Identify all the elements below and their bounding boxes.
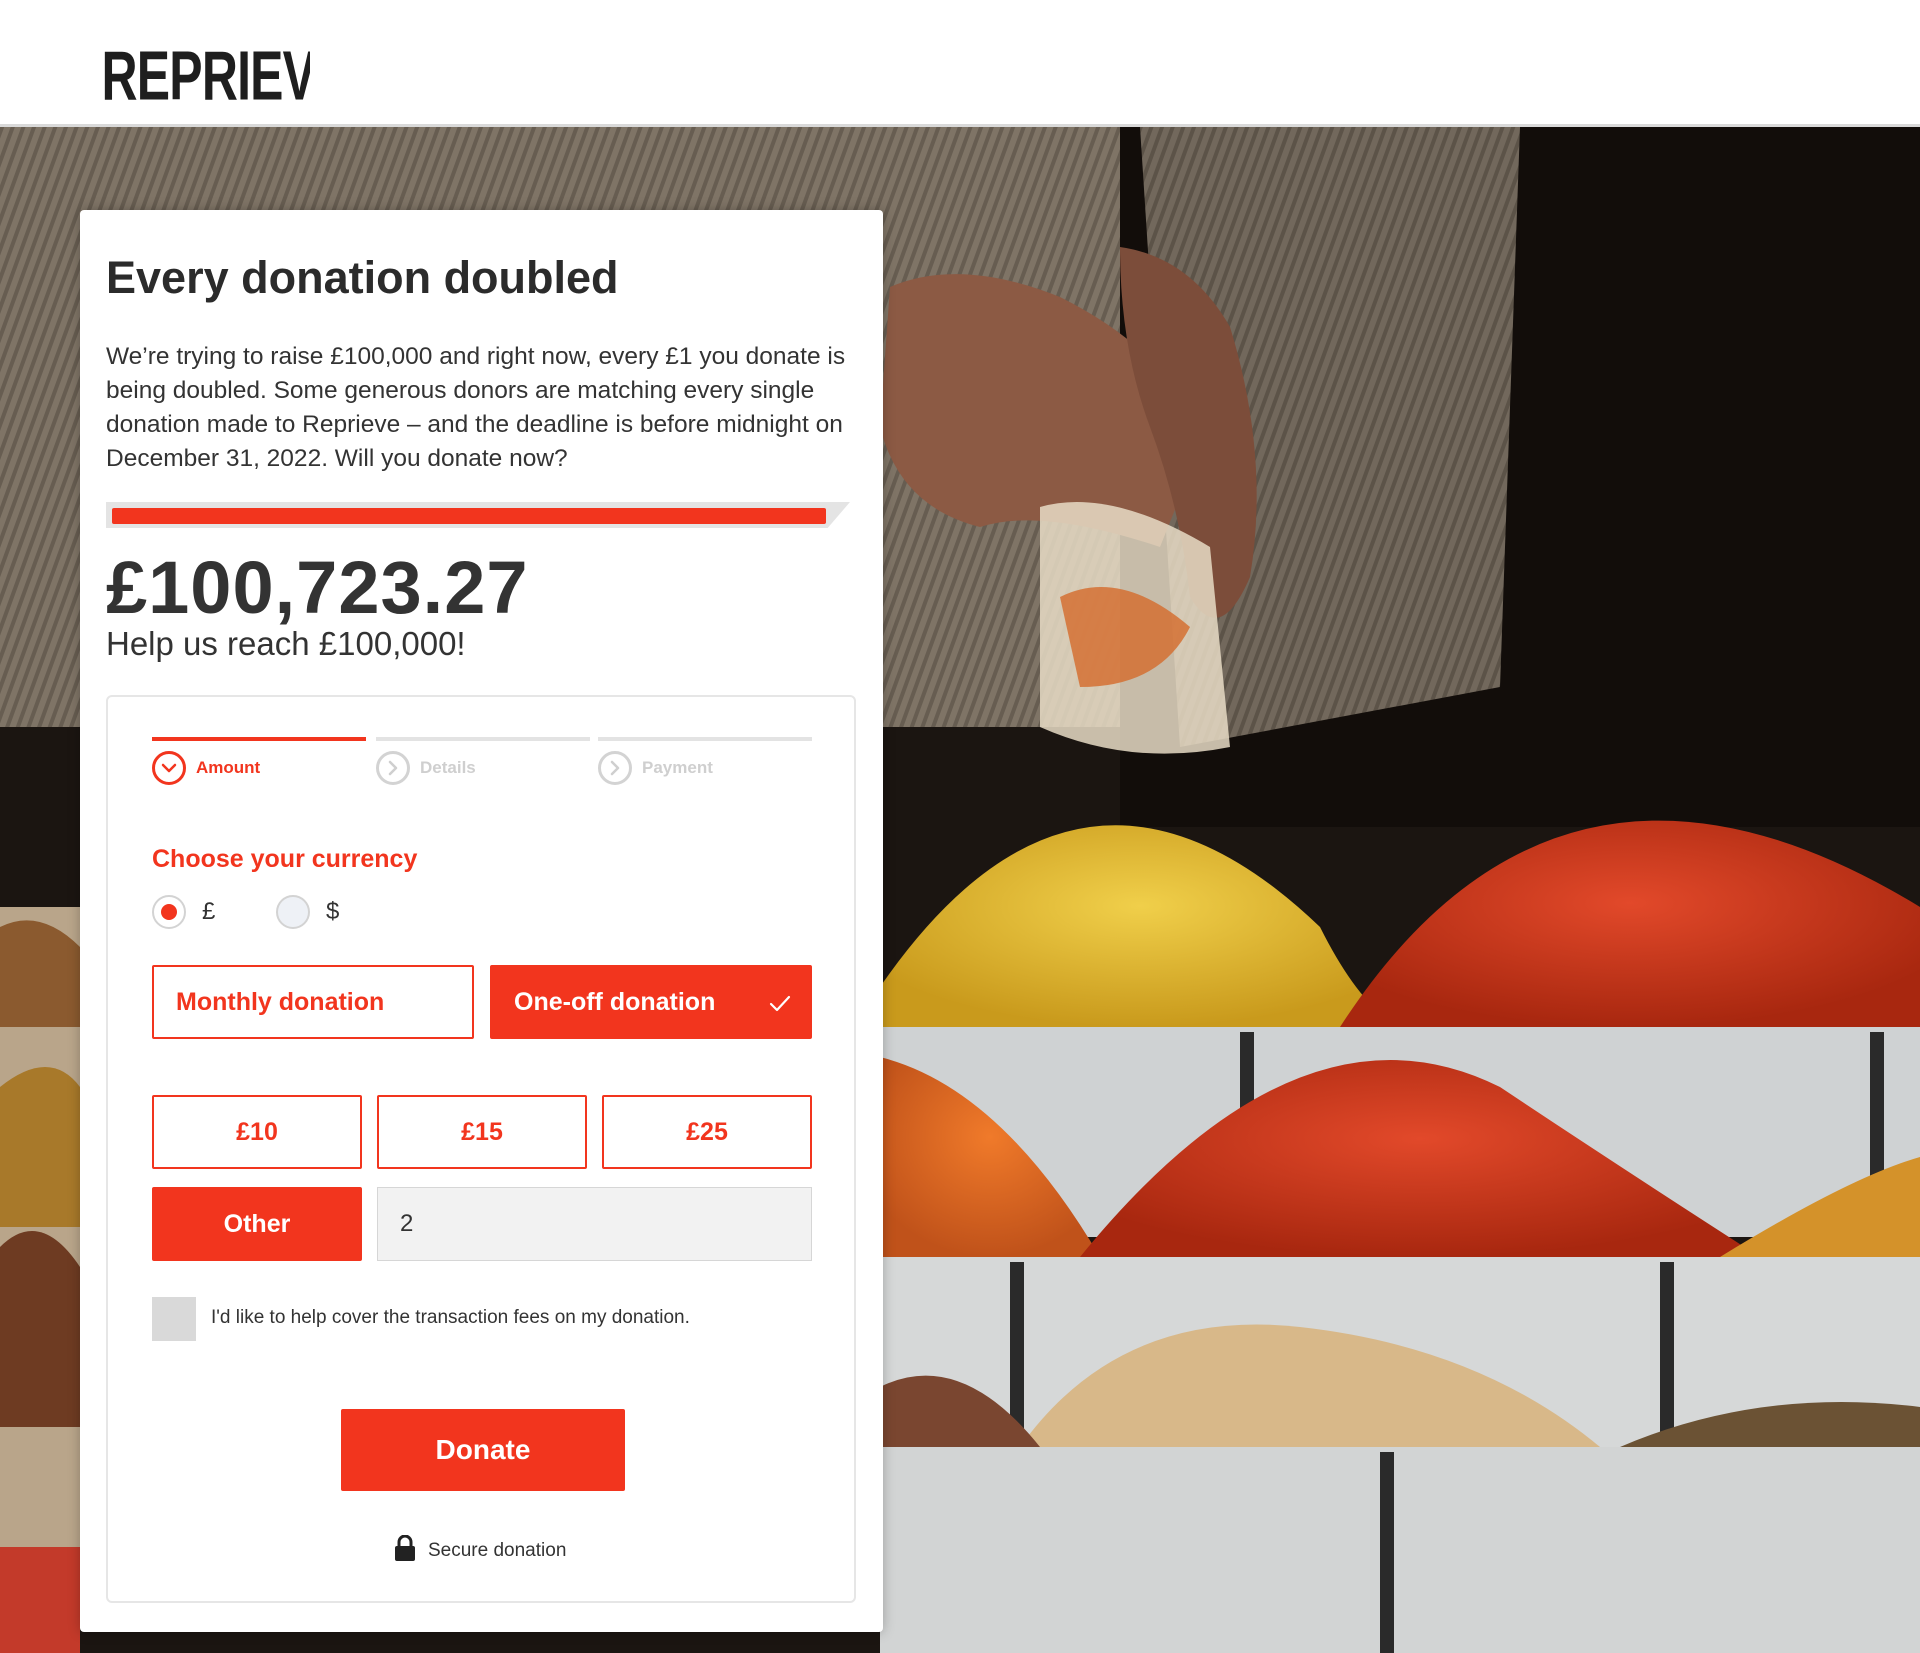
one-off-donation-button[interactable]: One-off donation <box>490 965 812 1039</box>
radio-selected-dot <box>161 904 177 920</box>
campaign-title: Every donation doubled <box>106 252 619 303</box>
check-icon <box>768 991 792 1022</box>
amount-raised: £100,723.27 <box>106 546 529 629</box>
amount-label: £15 <box>461 1117 503 1146</box>
chevron-down-icon <box>152 751 186 785</box>
currency-option-usd[interactable]: $ <box>276 895 339 929</box>
monthly-donation-label: Monthly donation <box>176 987 385 1016</box>
cover-fees-checkbox[interactable] <box>152 1297 196 1341</box>
reprieve-logo[interactable]: REPRIEVE <box>100 24 349 115</box>
step-label: Amount <box>196 758 261 777</box>
amount-button-25[interactable]: £25 <box>602 1095 812 1169</box>
campaign-intro: We’re trying to raise £100,000 and right… <box>106 343 846 472</box>
amount-label: £25 <box>686 1117 728 1146</box>
donate-button[interactable]: Donate <box>341 1409 625 1491</box>
progress-bar <box>106 502 850 528</box>
step-label: Payment <box>642 758 713 777</box>
donation-card: Every donation doubled We’re trying to r… <box>80 210 883 1632</box>
currency-heading: Choose your currency <box>152 845 418 873</box>
currency-radio-gbp[interactable] <box>152 895 186 929</box>
lock-icon <box>394 1534 416 1566</box>
step-label: Details <box>420 758 476 777</box>
step-bar <box>598 737 812 741</box>
chevron-right-icon <box>376 751 410 785</box>
cover-fees-label: I'd like to help cover the transaction f… <box>211 1307 690 1328</box>
step-bar <box>152 737 366 741</box>
step-details[interactable]: Details <box>376 737 590 785</box>
one-off-donation-label: One-off donation <box>514 987 716 1016</box>
step-payment[interactable]: Payment <box>598 737 812 785</box>
other-label: Other <box>223 1209 291 1238</box>
amount-button-15[interactable]: £15 <box>377 1095 587 1169</box>
chevron-right-icon <box>598 751 632 785</box>
monthly-donation-button[interactable]: Monthly donation <box>152 965 474 1039</box>
step-amount[interactable]: Amount <box>152 737 366 785</box>
svg-text:REPRIEVE: REPRIEVE <box>102 37 310 104</box>
donation-form: Amount Details Payment Choose your curre… <box>106 695 856 1603</box>
currency-label-gbp: £ <box>202 898 216 925</box>
progress-bar-fill <box>112 508 826 524</box>
amount-button-other[interactable]: Other <box>152 1187 362 1261</box>
currency-radio-usd[interactable] <box>276 895 310 929</box>
secure-donation: Secure donation <box>394 1534 567 1566</box>
other-amount-input[interactable]: 2 <box>377 1187 812 1261</box>
amount-button-10[interactable]: £10 <box>152 1095 362 1169</box>
amount-label: £10 <box>236 1117 278 1146</box>
step-bar <box>376 737 590 741</box>
currency-label-usd: $ <box>326 898 340 925</box>
secure-donation-label: Secure donation <box>428 1539 567 1561</box>
site-header: REPRIEVE <box>0 0 1920 127</box>
goal-text: Help us reach £100,000! <box>106 625 466 662</box>
currency-option-gbp[interactable]: £ <box>152 895 215 929</box>
